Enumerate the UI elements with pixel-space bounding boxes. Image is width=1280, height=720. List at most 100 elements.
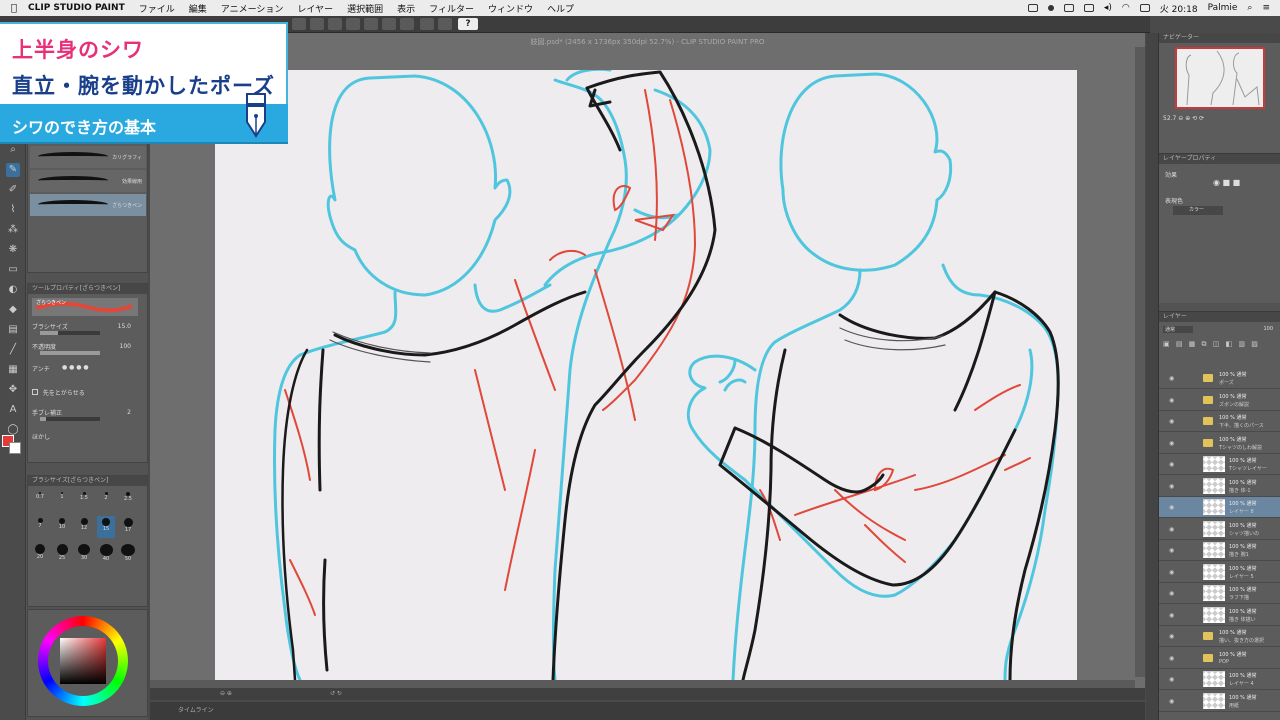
volume-icon[interactable]: ◂) (1104, 3, 1112, 13)
menu-view[interactable]: 表示 (397, 2, 415, 15)
layer-row[interactable]: ◉ 100 % 通常 レイヤー 5 (1159, 562, 1280, 583)
antialias-row[interactable]: アンチ ● ● ● ● (32, 364, 143, 378)
size-cell[interactable]: 40 (97, 542, 115, 564)
size-cell[interactable]: 2.5 (119, 490, 137, 512)
command-icon[interactable] (292, 18, 306, 30)
visibility-eye-icon[interactable]: ◉ (1169, 504, 1174, 511)
visibility-eye-icon[interactable]: ◉ (1169, 526, 1174, 533)
sub-color-swatch[interactable] (9, 442, 21, 454)
menu-window[interactable]: ウィンドウ (488, 2, 533, 15)
layer-row[interactable]: ◉ 100 % 通常 描き 腕1 (1159, 540, 1280, 561)
menu-list-icon[interactable]: ≡ (1262, 3, 1270, 13)
navigator-header[interactable]: ナビゲーター (1159, 33, 1280, 43)
size-cell[interactable]: 2 (97, 490, 115, 512)
text-tool-icon[interactable]: A (6, 403, 20, 417)
size-cell[interactable]: 50 (119, 542, 137, 564)
size-cell[interactable]: 1 (53, 490, 71, 512)
command-icon[interactable] (346, 18, 360, 30)
menu-edit[interactable]: 編集 (189, 2, 207, 15)
layer-folder-row[interactable]: ◉ 100 % 通常 Tシャツのしわ解説 (1159, 433, 1280, 454)
visibility-eye-icon[interactable]: ◉ (1169, 633, 1174, 640)
pencil-tool-icon[interactable]: ✐ (6, 183, 20, 197)
horizontal-scrollbar[interactable] (150, 680, 1135, 688)
visibility-eye-icon[interactable]: ◉ (1169, 676, 1174, 683)
airbrush-tool-icon[interactable]: ⁂ (6, 223, 20, 237)
fill-tool-icon[interactable]: ◆ (6, 303, 20, 317)
stabilization-value[interactable]: 2 (127, 409, 131, 416)
layer-opacity-value[interactable]: 100 (1263, 326, 1273, 332)
visibility-eye-icon[interactable]: ◉ (1169, 440, 1174, 447)
size-cell[interactable]: 10 (53, 516, 71, 538)
layer-row[interactable]: ◉ 100 % 通常 Tシャツレイヤー (1159, 454, 1280, 475)
menu-layer[interactable]: レイヤー (297, 2, 333, 15)
brush-size-row[interactable]: ブラシサイズ 15.0 (32, 322, 143, 336)
command-icon[interactable] (438, 18, 452, 30)
vertical-scrollbar[interactable] (1135, 47, 1145, 677)
layer-tool-icons[interactable]: ▣ ▤ ▦ ⧉ ◫ ◧ ▥ ▨ (1163, 340, 1260, 349)
blend-mode-select[interactable]: 通常 (1163, 326, 1193, 333)
blur-row[interactable]: ほかし (32, 432, 143, 446)
stabilization-slider[interactable] (40, 417, 100, 421)
layer-row[interactable]: ◉ 100 % 通常 描き 体-1 (1159, 476, 1280, 497)
search-icon[interactable]: ⌕ (1247, 3, 1252, 13)
size-cell-selected[interactable]: 15 (97, 516, 115, 538)
navigator-thumbnail[interactable] (1175, 47, 1265, 109)
command-icon[interactable] (420, 18, 434, 30)
layer-folder-row[interactable]: ◉ 100 % 通常 下半、描くのパース (1159, 411, 1280, 432)
opacity-slider[interactable] (40, 351, 100, 355)
size-cell[interactable]: 1.5 (75, 490, 93, 512)
zoom-control-icon[interactable]: ⊖ ⊕ (220, 690, 232, 697)
command-icon[interactable] (310, 18, 324, 30)
visibility-eye-icon[interactable]: ◉ (1169, 698, 1174, 705)
canvas[interactable] (215, 70, 1077, 680)
sync-icon[interactable] (1047, 5, 1054, 11)
rotate-control-icon[interactable]: ↺ ↻ (330, 690, 342, 697)
express-color-select[interactable]: カラー (1173, 206, 1223, 215)
clock[interactable]: 火 20:18 (1160, 2, 1198, 15)
sub-tool-effect-line[interactable]: 効果線用 (30, 170, 146, 192)
operation-tool-icon[interactable]: ✥ (6, 383, 20, 397)
size-cell[interactable]: 7 (31, 516, 49, 538)
layer-folder-row[interactable]: ◉ 100 % 通常 ポーズ (1159, 368, 1280, 389)
visibility-eye-icon[interactable]: ◉ (1169, 418, 1174, 425)
sub-tool-rough-pen[interactable]: ざらつきペン (30, 194, 146, 216)
status-icon[interactable] (1027, 4, 1038, 12)
layer-folder-row[interactable]: ◉ 100 % 通常 ズボンの解説 (1159, 390, 1280, 411)
brush-tool-icon[interactable]: ⌇ (6, 203, 20, 217)
opacity-row[interactable]: 不透明度 100 (32, 342, 143, 356)
navigator-tools-icon[interactable]: ⊖ ⊕ ⟲ ⟳ (1178, 115, 1204, 122)
size-cell[interactable]: 20 (31, 542, 49, 564)
color-wheel[interactable] (38, 616, 128, 706)
battery-icon[interactable] (1139, 4, 1150, 12)
command-icon[interactable] (328, 18, 342, 30)
apple-icon[interactable]:  (0, 3, 28, 14)
command-icon[interactable] (400, 18, 414, 30)
brush-size-slider[interactable] (40, 331, 100, 335)
size-cell[interactable]: 12 (75, 516, 93, 538)
size-cell[interactable]: 25 (53, 542, 71, 564)
display-icon[interactable] (1063, 4, 1074, 12)
layer-panel-header[interactable]: レイヤー (1159, 312, 1280, 322)
gradient-tool-icon[interactable]: ▤ (6, 323, 20, 337)
panel-collapse-strip[interactable] (1146, 33, 1158, 720)
taper-row[interactable]: 先をとがらせる (32, 388, 143, 402)
menu-help[interactable]: ヘルプ (547, 2, 574, 15)
size-cell[interactable]: 0.7 (31, 490, 49, 512)
size-cell[interactable]: 17 (119, 516, 137, 538)
figure-tool-icon[interactable]: ╱ (6, 343, 20, 357)
layer-property-header[interactable]: レイヤープロパティ (1159, 154, 1280, 164)
navigator-zoom-value[interactable]: 52.7 (1163, 115, 1176, 122)
decoration-tool-icon[interactable]: ❋ (6, 243, 20, 257)
sub-tool-calligraphy[interactable]: カリグラフィ (30, 146, 146, 168)
visibility-eye-icon[interactable]: ◉ (1169, 397, 1174, 404)
layer-row[interactable]: ◉ 100 % 通常 用紙 (1159, 691, 1280, 712)
wifi-icon[interactable]: ◠ (1122, 3, 1130, 13)
taper-checkbox[interactable] (32, 389, 38, 395)
brush-size-value[interactable]: 15.0 (118, 323, 131, 330)
size-cell[interactable]: 30 (75, 542, 93, 564)
menu-animation[interactable]: アニメーション (221, 2, 284, 15)
saturation-square[interactable] (60, 638, 106, 684)
layer-row[interactable]: ◉ 100 % 通常 レイヤー 8 (1159, 497, 1280, 518)
layer-row[interactable]: ◉ 100 % 通常 シャツ描いの (1159, 519, 1280, 540)
zoom-tool-icon[interactable]: ⌕ (6, 143, 20, 157)
